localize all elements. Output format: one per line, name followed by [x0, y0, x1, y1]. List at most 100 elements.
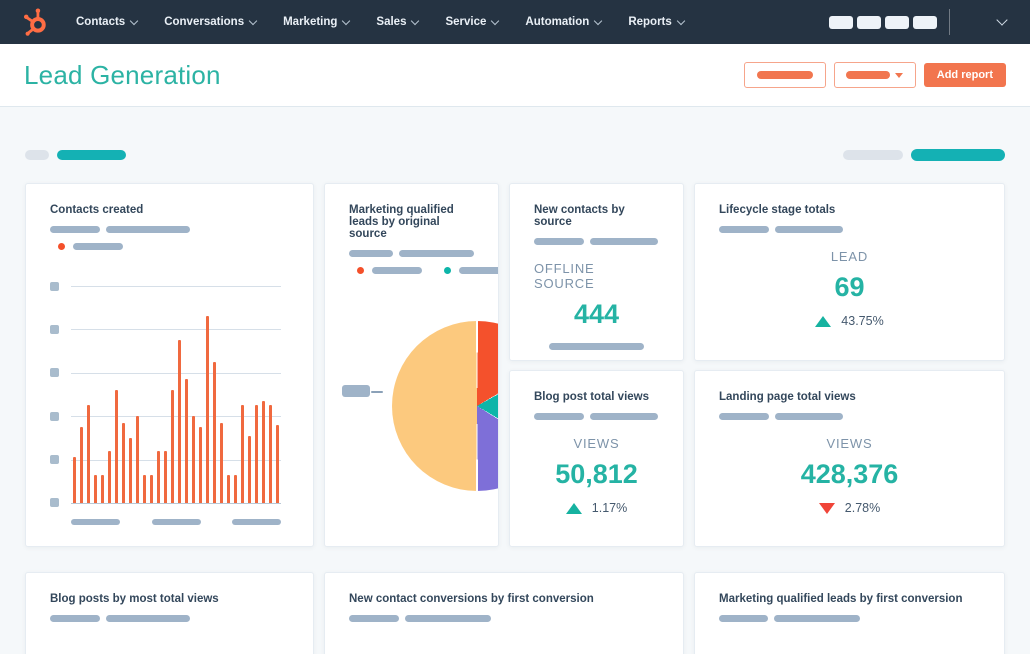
card-new-contact-conversions: New contact conversions by first convers…: [324, 572, 684, 654]
card-title: Lifecycle stage totals: [719, 204, 836, 216]
chevron-down-icon: [491, 16, 500, 25]
bar: [122, 422, 125, 503]
legend-label-placeholder: [73, 243, 123, 250]
legend-dot-icon: [58, 243, 65, 250]
bars: [73, 286, 279, 503]
bar: [136, 416, 139, 503]
bar: [108, 450, 111, 503]
metric-value: 50,812: [555, 459, 638, 489]
filter-left: [25, 150, 126, 160]
chevron-down-icon: [594, 16, 603, 25]
filter-control-placeholder[interactable]: [911, 149, 1005, 161]
page-title: Lead Generation: [24, 59, 221, 90]
card-title: Blog posts by most total views: [50, 593, 219, 605]
delta-value: 1.17%: [591, 501, 628, 515]
x-axis-label-placeholders: [71, 519, 281, 525]
nav-item-reports[interactable]: Reports: [628, 16, 686, 28]
bar: [199, 427, 202, 503]
card-subtitle-placeholder: [719, 413, 980, 420]
nav-utilities: [825, 9, 1008, 35]
dashboard-filter-dropdown[interactable]: [833, 62, 916, 88]
trend-up-icon: [565, 502, 582, 514]
metric-caption-placeholder: [549, 343, 644, 350]
metric-delta: 1.17%: [565, 501, 628, 515]
bar: [206, 316, 209, 503]
nav-item-automation[interactable]: Automation: [525, 16, 603, 28]
bar: [269, 405, 272, 503]
card-contacts-created: Contacts created: [25, 183, 314, 547]
nav-item-service[interactable]: Service: [445, 16, 500, 28]
bar: [143, 474, 146, 503]
bar: [157, 450, 160, 503]
card-subtitle-placeholder: [719, 615, 980, 622]
bar: [276, 424, 279, 503]
pie-callout-line: [371, 391, 383, 393]
bar: [255, 405, 258, 503]
card-title: Blog post total views: [534, 391, 650, 403]
filter-label-placeholder: [25, 150, 49, 160]
nav-action-placeholder[interactable]: [913, 15, 937, 29]
header-actions: Add report: [743, 62, 1006, 88]
bar: [129, 437, 132, 503]
nav-item-contacts[interactable]: Contacts: [76, 16, 139, 28]
bar-plot: [71, 286, 281, 504]
bar-chart-legend: [50, 243, 289, 250]
card-blog-posts-by-most-total-views: Blog posts by most total views: [25, 572, 314, 654]
metric-block: VIEWS 50,812 1.17%: [534, 420, 659, 515]
metric-value: 428,376: [800, 459, 899, 489]
metric-label: VIEWS: [573, 436, 620, 451]
caret-down-icon: [895, 72, 904, 78]
bar-chart: [50, 282, 289, 507]
bar: [150, 474, 153, 503]
card-subtitle-placeholder: [50, 226, 289, 233]
card-title: Landing page total views: [719, 391, 856, 403]
card-mql-by-original-source: Marketing qualified leads by original so…: [324, 183, 499, 547]
chevron-down-icon: [129, 16, 139, 25]
bar: [248, 435, 251, 503]
main-menu: Contacts Conversations Marketing Sales S…: [76, 16, 686, 28]
page-header: Lead Generation Add report: [0, 44, 1030, 107]
account-chevron-down-icon[interactable]: [996, 14, 1008, 26]
pie-chart: [325, 184, 498, 546]
card-blog-post-total-views: Blog post total views VIEWS 50,812 1.17%: [509, 370, 684, 547]
card-title: New contact conversions by first convers…: [349, 593, 594, 605]
add-report-button[interactable]: Add report: [923, 63, 1006, 87]
bar: [213, 361, 216, 503]
metric-delta: 43.75%: [815, 314, 884, 328]
delta-value: 43.75%: [841, 314, 884, 328]
nav-action-placeholder[interactable]: [857, 15, 881, 29]
bar: [171, 390, 174, 503]
dashboard-actions-button[interactable]: [743, 62, 826, 88]
filter-control-placeholder[interactable]: [57, 150, 126, 160]
bar: [227, 474, 230, 503]
bar: [94, 474, 97, 503]
card-subtitle-placeholder: [534, 238, 659, 245]
card-subtitle-placeholder: [50, 615, 289, 622]
bar: [220, 422, 223, 503]
trend-up-icon: [815, 315, 832, 327]
top-nav: Contacts Conversations Marketing Sales S…: [0, 0, 1030, 44]
nav-item-marketing[interactable]: Marketing: [283, 16, 351, 28]
filter-right: [843, 149, 1005, 161]
hubspot-logo-icon[interactable]: [22, 7, 52, 37]
y-axis-tick-placeholders: [50, 282, 59, 507]
bar: [80, 427, 83, 503]
card-lifecycle-stage-totals: Lifecycle stage totals LEAD 69 43.75%: [694, 183, 1005, 361]
bar: [87, 405, 90, 503]
nav-item-conversations[interactable]: Conversations: [164, 16, 258, 28]
bar: [192, 416, 195, 503]
metric-label: VIEWS: [826, 436, 873, 451]
card-landing-page-total-views: Landing page total views VIEWS 428,376 2…: [694, 370, 1005, 547]
card-subtitle-placeholder: [719, 226, 980, 233]
bar: [185, 379, 188, 503]
nav-action-placeholder[interactable]: [829, 15, 853, 29]
filter-bar: [25, 148, 1005, 162]
trend-down-icon: [818, 502, 835, 514]
nav-action-placeholder[interactable]: [885, 15, 909, 29]
pie-graphic: [392, 321, 498, 491]
chevron-down-icon: [248, 16, 258, 25]
bar: [241, 405, 244, 503]
bar: [234, 474, 237, 503]
nav-item-sales[interactable]: Sales: [376, 16, 420, 28]
card-title: New contacts by source: [534, 204, 625, 228]
